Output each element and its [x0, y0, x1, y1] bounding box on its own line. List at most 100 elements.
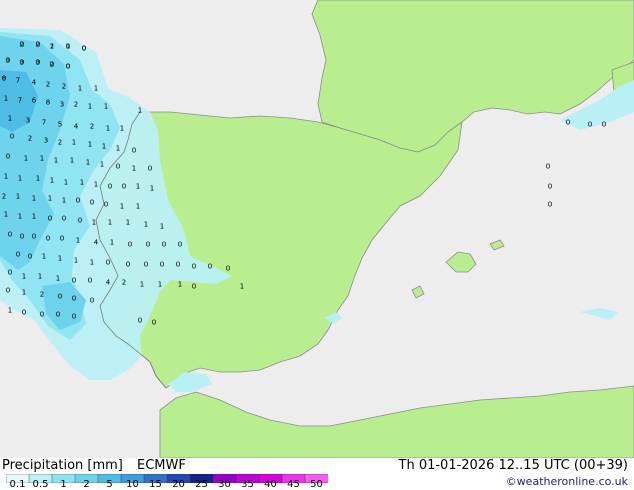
- colorbar-tick-label: 1: [60, 479, 67, 490]
- precip-value-label: 1: [108, 219, 112, 227]
- colorbar-tick-label: 25: [195, 479, 208, 490]
- colorbar-tick-label: 2: [83, 479, 90, 490]
- precip-value-label: 1: [18, 213, 22, 221]
- precip-value-label: 1: [140, 281, 144, 289]
- colorbar-tick-label: 35: [241, 479, 254, 490]
- precip-value-label: 1: [4, 173, 8, 181]
- precip-value-label: 1: [88, 141, 92, 149]
- precip-value-label: 1: [94, 85, 98, 93]
- precip-value-label: 1: [136, 203, 140, 211]
- precip-value-label: 1: [58, 255, 62, 263]
- precip-value-label: 1: [110, 239, 114, 247]
- precip-value-label: 2: [40, 291, 44, 299]
- run-info: Th 01-01-2026 12..15 UTC (00+39): [398, 458, 629, 473]
- precip-value-label: 1: [22, 273, 26, 281]
- precip-value-label: 1: [120, 203, 124, 211]
- precip-value-label: 1: [4, 95, 8, 103]
- precip-value-label: 1: [78, 85, 82, 93]
- legend-title: Precipitation [mm]: [2, 458, 123, 473]
- precip-value-label: 1: [40, 155, 44, 163]
- precip-value-label: 1: [106, 125, 110, 133]
- precip-value-label: 2: [90, 123, 94, 131]
- precip-value-label: 1: [76, 237, 80, 245]
- precip-value-label: 1: [62, 197, 66, 205]
- precip-value-label: 1: [86, 159, 90, 167]
- precipitation-colorbar: [6, 474, 328, 483]
- precip-value-label: 1: [240, 283, 244, 291]
- precip-value-label: 1: [144, 221, 148, 229]
- precip-value-label: 1: [22, 289, 26, 297]
- precip-value-label: 1: [120, 125, 124, 133]
- precip-value-label: 1: [150, 185, 154, 193]
- precip-value-label: 4: [106, 279, 111, 287]
- credit-link[interactable]: ©weatheronline.co.uk: [506, 475, 628, 488]
- colorbar-tick-label: 40: [264, 479, 277, 490]
- precip-value-label: 6: [32, 97, 37, 105]
- precip-value-label: 1: [4, 211, 8, 219]
- precip-value-label: 1: [138, 107, 142, 115]
- precip-value-label: 2: [2, 193, 6, 201]
- precip-value-label: 4: [94, 239, 99, 247]
- colorbar-tick-label: 20: [172, 479, 185, 490]
- precip-value-label: 1: [92, 219, 96, 227]
- precip-value-label: 1: [100, 161, 104, 169]
- precip-value-label: 3: [26, 117, 30, 125]
- precip-value-label: 2: [122, 279, 126, 287]
- precip-value-label: 1: [126, 219, 130, 227]
- weather-map-view: 2221333287422111768321113754211123211111…: [0, 0, 634, 490]
- precip-value-label: 1: [116, 145, 120, 153]
- colorbar-tick-label: 45: [287, 479, 300, 490]
- precip-value-label: 1: [72, 139, 76, 147]
- precip-value-label: 1: [80, 179, 84, 187]
- precip-value-label: 1: [32, 195, 36, 203]
- footer-bar: Precipitation [mm] ECMWF Th 01-01-2026 1…: [0, 458, 634, 490]
- precip-value-label: 1: [32, 213, 36, 221]
- precip-value-label: 1: [50, 43, 54, 51]
- precip-value-label: 1: [18, 175, 22, 183]
- precip-value-label: 7: [18, 97, 22, 105]
- precip-value-label: 2: [62, 83, 66, 91]
- precip-value-label: 1: [136, 183, 140, 191]
- precip-value-label: 3: [60, 101, 64, 109]
- precip-value-label: 1: [132, 165, 136, 173]
- precip-value-label: 4: [74, 123, 79, 131]
- precip-value-label: 1: [104, 103, 108, 111]
- precip-value-label: 1: [8, 115, 12, 123]
- precip-value-label: 3: [44, 137, 48, 145]
- precip-value-label: 1: [102, 143, 106, 151]
- precip-value-label: 1: [90, 259, 94, 267]
- precip-value-label: 7: [42, 119, 46, 127]
- precip-value-label: 2: [28, 135, 32, 143]
- precip-value-label: 1: [56, 275, 60, 283]
- colorbar-tick-label: 0.5: [32, 479, 49, 490]
- colorbar-tick-label: 50: [310, 479, 323, 490]
- precip-value-label: 1: [8, 307, 12, 315]
- precip-value-label: 2: [46, 81, 50, 89]
- precip-value-label: 1: [48, 195, 52, 203]
- precip-value-label: 5: [58, 121, 62, 129]
- precip-value-label: 1: [70, 157, 74, 165]
- colorbar-tick-label: 15: [149, 479, 162, 490]
- precip-value-label: 1: [38, 273, 42, 281]
- precip-value-label: 2: [58, 139, 62, 147]
- colorbar-tick-label: 30: [218, 479, 231, 490]
- precipitation-map: 2 2 2 13 3 3 28 7 4 2 2 1 11 7 6 8 3 2 1 11 3 7 5 4 2 1 112 3 2 1 1 1 11…: [0, 0, 634, 458]
- precip-value-label: 1: [42, 253, 46, 261]
- precip-value-label: 1: [88, 103, 92, 111]
- precip-value-label: 7: [16, 77, 20, 85]
- colorbar-tick-label: 5: [106, 479, 113, 490]
- precip-value-label: 1: [160, 223, 164, 231]
- precip-value-label: 1: [54, 157, 58, 165]
- precip-value-label: 1: [64, 179, 68, 187]
- colorbar-tick-label: 10: [126, 479, 139, 490]
- precip-value-label: 1: [74, 257, 78, 265]
- precip-value-label: 1: [16, 193, 20, 201]
- precip-value-label: 2: [74, 101, 78, 109]
- colorbar-tick-label: 0.1: [9, 479, 26, 490]
- precip-value-label: 4: [32, 79, 37, 87]
- precip-value-label: 1: [36, 175, 40, 183]
- precip-value-label: 8: [46, 99, 50, 107]
- precip-value-label: 1: [158, 281, 162, 289]
- model-name: ECMWF: [137, 458, 186, 473]
- precip-value-label: 1: [178, 281, 182, 289]
